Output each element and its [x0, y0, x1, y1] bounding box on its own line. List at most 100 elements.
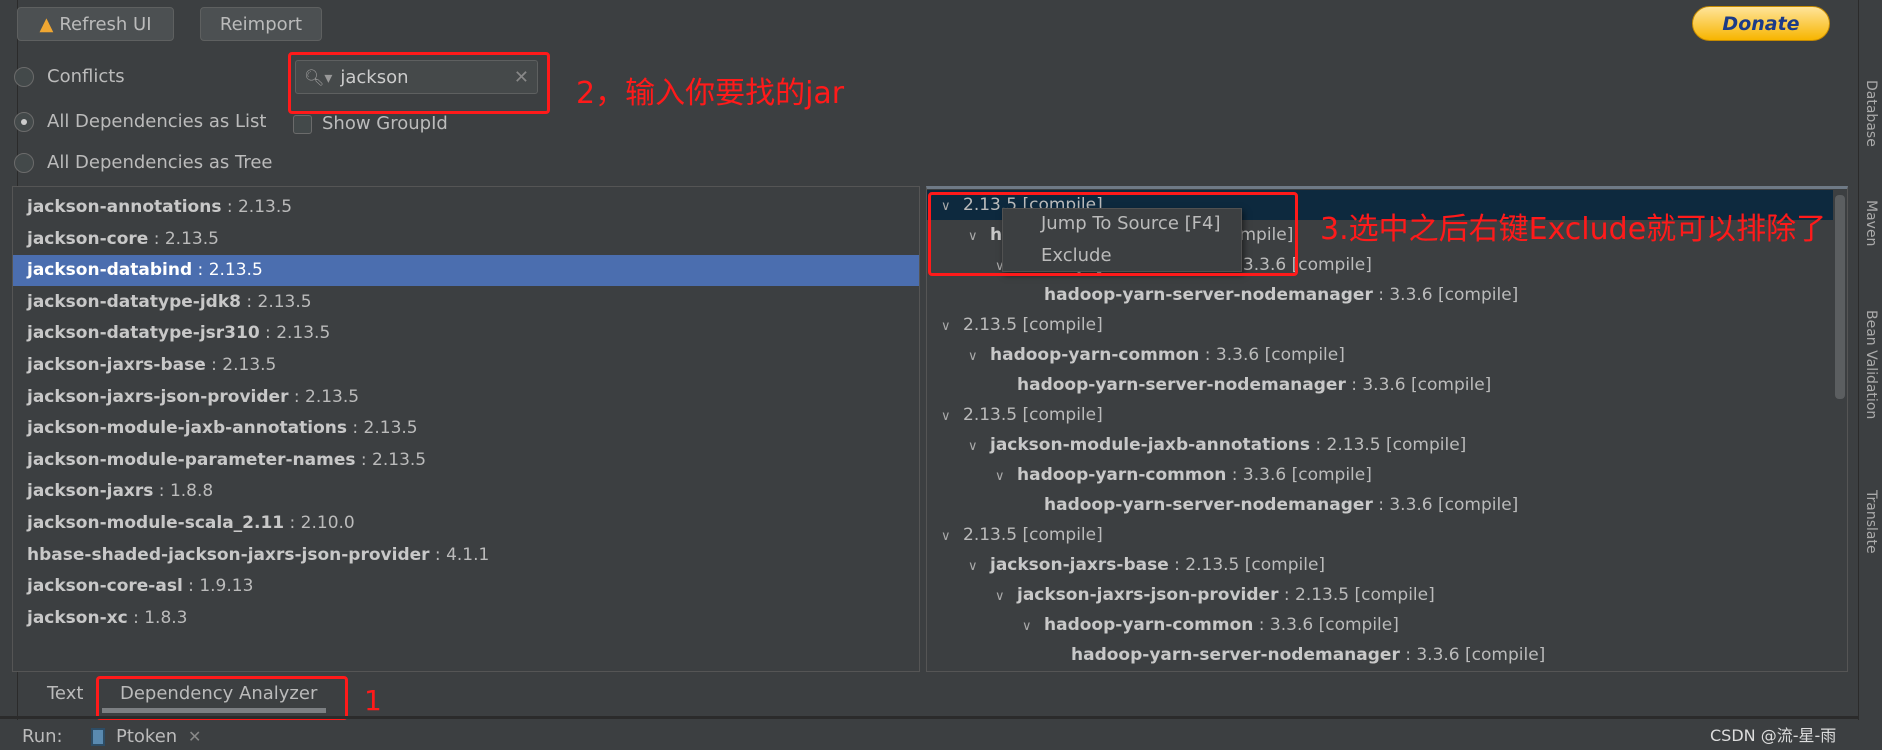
chevron-down-icon[interactable]: ∨	[995, 582, 1017, 612]
artifact-version: : 3.3.6 [compile]	[1372, 285, 1519, 305]
tree-node[interactable]: hadoop-yarn-server-nodemanager : 3.3.6 […	[927, 370, 1833, 400]
list-item[interactable]: jackson-annotations : 2.13.5	[13, 192, 919, 223]
run-label: Run:	[22, 726, 63, 747]
list-item[interactable]: jackson-core-asl : 1.9.13	[13, 571, 919, 602]
tree-node[interactable]: hadoop-yarn-server-nodemanager : 3.3.6 […	[927, 490, 1833, 520]
chevron-down-icon[interactable]: ∨	[1022, 612, 1044, 642]
artifact-name: jackson-jaxrs-json-provider	[27, 386, 289, 407]
radio-conflicts[interactable]	[14, 67, 34, 87]
list-item[interactable]: jackson-module-scala_2.11 : 2.10.0	[13, 508, 919, 539]
artifact-version: : 3.3.6 [compile]	[1199, 345, 1345, 365]
artifact-name: jackson-module-scala_2.11	[27, 513, 285, 533]
close-run-tab-icon[interactable]: ✕	[188, 727, 201, 746]
tree-node[interactable]: ∨ 2.13.5 [compile]	[927, 520, 1833, 550]
run-tab-ptoken[interactable]: Ptoken	[116, 726, 177, 747]
artifact-version: : 2.13.5	[240, 291, 312, 312]
radio-all-dependencies-list[interactable]	[14, 112, 34, 132]
list-item[interactable]: jackson-databind : 2.13.5	[13, 255, 919, 287]
list-item[interactable]: jackson-module-jaxb-annotations : 2.13.5	[13, 413, 919, 444]
tree-node[interactable]: hadoop-yarn-server-nodemanager : 3.3.6 […	[927, 280, 1833, 310]
annotation-box-search	[288, 52, 550, 114]
artifact-version: : 2.13.5	[205, 355, 277, 375]
sidebar-bean-validation[interactable]: Bean Validation	[1863, 310, 1879, 419]
dependency-list[interactable]: jackson-annotations : 2.13.5 jackson-core…	[12, 186, 920, 672]
sidebar-database[interactable]: Database	[1863, 80, 1879, 147]
artifact-version: : 2.13.5	[148, 228, 219, 249]
list-item[interactable]: jackson-jaxrs-base : 2.13.5	[13, 350, 919, 381]
warning-icon: ▲	[39, 13, 54, 35]
sidebar-translate[interactable]: Translate	[1863, 490, 1879, 554]
radio-all-dependencies-tree[interactable]	[14, 153, 34, 173]
divider	[0, 716, 1858, 719]
list-item[interactable]: hbase-shaded-jackson-jaxrs-json-provider…	[13, 540, 919, 571]
artifact-version: : 3.3.6 [compile]	[1253, 615, 1399, 635]
chevron-down-icon[interactable]: ∨	[968, 342, 990, 372]
artifact-version: 2.13.5 [compile]	[963, 315, 1103, 335]
reimport-button[interactable]: Reimport	[200, 7, 322, 41]
artifact-name: jackson-module-jaxb-annotations	[990, 435, 1311, 455]
artifact-name: jackson-jaxrs	[27, 481, 154, 502]
artifact-name: hbase-shaded-jackson-jaxrs-json-provider	[27, 544, 430, 565]
artifact-version: : 1.8.3	[127, 607, 188, 628]
artifact-version: : 3.3.6 [compile]	[1372, 495, 1519, 515]
artifact-name: jackson-annotations	[27, 197, 222, 217]
chevron-down-icon[interactable]: ∨	[941, 312, 963, 342]
label-conflicts: Conflicts	[47, 66, 125, 87]
right-tool-strip: Database Maven Bean Validation Translate	[1858, 0, 1882, 720]
artifact-version: : 2.13.5 [compile]	[1278, 585, 1435, 605]
artifact-version: : 1.8.8	[153, 481, 214, 502]
run-config-icon	[91, 728, 105, 746]
artifact-version: : 2.13.5	[355, 449, 427, 470]
chevron-down-icon[interactable]: ∨	[968, 552, 990, 582]
artifact-version: : 2.13.5	[288, 386, 360, 407]
tree-node[interactable]: ∨hadoop-yarn-common : 3.3.6 [compile]	[927, 460, 1833, 490]
list-item[interactable]: jackson-module-parameter-names : 2.13.5	[13, 445, 919, 476]
artifact-name: hadoop-yarn-common	[1017, 465, 1227, 485]
artifact-name: jackson-xc	[27, 607, 128, 628]
annotation-step2: 2，输入你要找的jar	[576, 76, 845, 111]
donate-button[interactable]: Donate	[1692, 6, 1830, 41]
tree-node[interactable]: ∨ 2.13.5 [compile]	[927, 400, 1833, 430]
artifact-name: hadoop-yarn-server-nodemanager	[1017, 375, 1346, 395]
tree-node[interactable]: ∨ jackson-module-jaxb-annotations : 2.13.…	[927, 430, 1833, 460]
artifact-name: jackson-datatype-jsr310	[27, 323, 260, 344]
chevron-down-icon[interactable]: ∨	[941, 522, 963, 552]
list-item[interactable]: jackson-jaxrs-json-provider : 2.13.5	[13, 382, 919, 413]
artifact-version: : 4.1.1	[429, 544, 490, 565]
chevron-down-icon[interactable]: ∨	[968, 432, 990, 462]
artifact-name: jackson-module-jaxb-annotations	[27, 418, 348, 439]
show-groupid-checkbox[interactable]	[293, 115, 312, 134]
list-item[interactable]: jackson-core : 2.13.5	[13, 224, 919, 255]
tree-node[interactable]: ∨hadoop-yarn-common : 3.3.6 [compile]	[927, 340, 1833, 370]
list-item[interactable]: jackson-datatype-jdk8 : 2.13.5	[13, 287, 919, 318]
artifact-version: : 3.3.6 [compile]	[1399, 645, 1546, 665]
chevron-down-icon[interactable]: ∨	[995, 462, 1017, 492]
artifact-version: : 2.13.5 [compile]	[1168, 555, 1326, 575]
artifact-name: jackson-module-parameter-names	[27, 449, 356, 470]
artifact-name: hadoop-yarn-server-nodemanager	[1071, 645, 1400, 665]
annotation-step3: 3.选中之后右键Exclude就可以排除了	[1320, 212, 1827, 247]
annotation-box-exclude	[928, 192, 1298, 276]
tree-node[interactable]: ∨ 2.13.5 [compile]	[927, 310, 1833, 340]
chevron-down-icon[interactable]: ∨	[941, 402, 963, 432]
tab-text[interactable]: Text	[47, 683, 83, 704]
tree-node[interactable]: ∨hadoop-yarn-common : 3.3.6 [compile]	[927, 610, 1833, 640]
tree-scrollbar[interactable]	[1835, 195, 1845, 399]
annotation-box-tab	[96, 676, 348, 720]
tree-node[interactable]: hadoop-yarn-server-nodemanager : 3.3.6 […	[927, 640, 1833, 670]
artifact-version: 2.13.5 [compile]	[963, 405, 1103, 425]
artifact-version: : 2.10.0	[284, 513, 355, 533]
label-all-dependencies-tree: All Dependencies as Tree	[47, 152, 273, 173]
tree-node[interactable]: ∨ jackson-jaxrs-base : 2.13.5 [compile]	[927, 550, 1833, 580]
artifact-version: : 3.3.6 [compile]	[1226, 465, 1372, 485]
list-item[interactable]: jackson-datatype-jsr310 : 2.13.5	[13, 318, 919, 349]
list-item[interactable]: jackson-xc : 1.8.3	[13, 603, 919, 634]
artifact-version: : 2.13.5	[221, 197, 293, 217]
annotation-step1: 1	[364, 684, 382, 717]
artifact-version: : 3.3.6 [compile]	[1345, 375, 1492, 395]
artifact-version: : 2.13.5	[347, 418, 418, 439]
refresh-ui-button[interactable]: ▲ Refresh UI	[17, 7, 174, 41]
list-item[interactable]: jackson-jaxrs : 1.8.8	[13, 476, 919, 507]
sidebar-maven[interactable]: Maven	[1863, 200, 1879, 246]
tree-node[interactable]: ∨ jackson-jaxrs-json-provider : 2.13.5 [c…	[927, 580, 1833, 610]
